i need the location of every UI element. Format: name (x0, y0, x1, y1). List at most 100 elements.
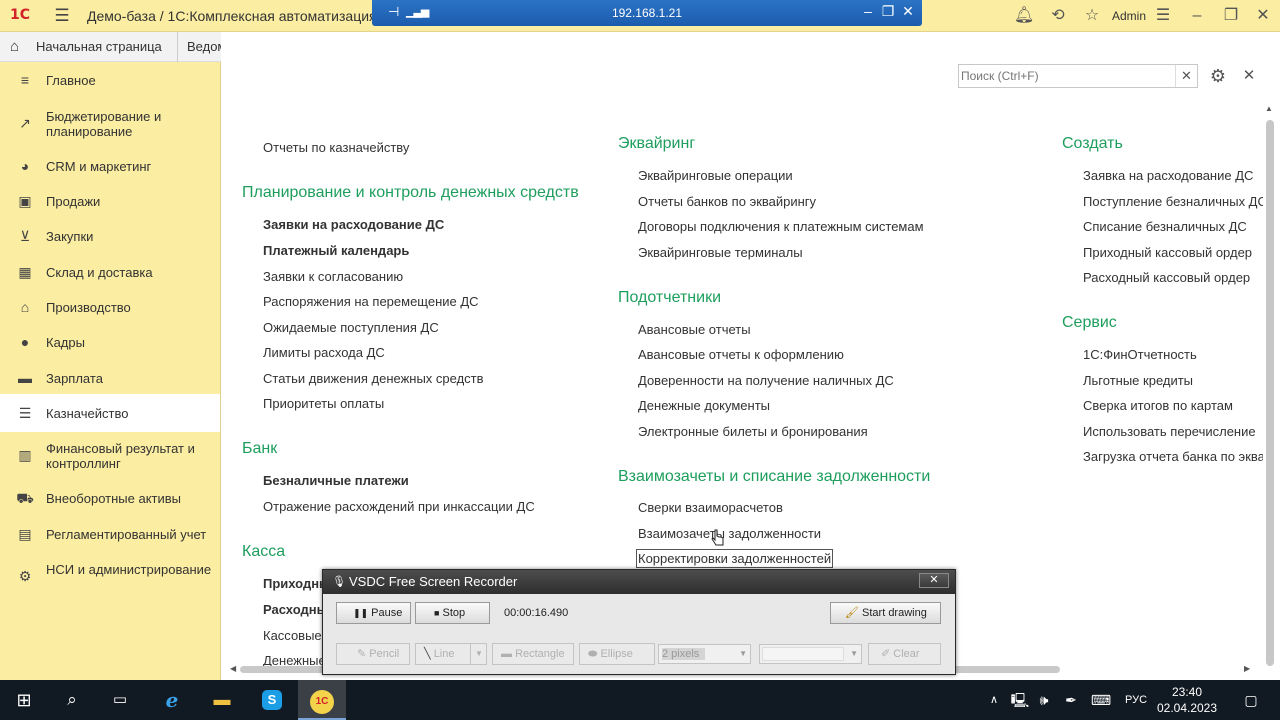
link-payment-system-contracts[interactable]: Договоры подключения к платежным система… (638, 219, 924, 234)
settings-menu-icon[interactable]: ☰ (1152, 6, 1174, 26)
sidebar-item-warehouse[interactable]: ▦ Склад и доставка (0, 265, 220, 281)
link-payment-priorities[interactable]: Приоритеты оплаты (263, 396, 384, 411)
stop-button[interactable]: ■ Stop (415, 602, 490, 624)
rectangle-tool-button[interactable]: ▬ Rectangle (492, 643, 574, 665)
link-advance-reports[interactable]: Авансовые отчеты (638, 322, 751, 337)
tab-statements[interactable]: Ведомости (179, 32, 221, 62)
link-create-cashless-writeoff[interactable]: Списание безналичных ДС (1083, 219, 1247, 234)
sidebar-item-treasury[interactable]: ☰ Казначейство (0, 394, 220, 432)
search-icon[interactable]: ⌕ (48, 680, 96, 720)
recorder-close-button[interactable]: ✕ (919, 573, 949, 588)
file-explorer-icon[interactable]: ▬ (198, 680, 246, 720)
link-payment-calendar[interactable]: Платежный календарь (263, 243, 409, 258)
vertical-scroll-thumb[interactable] (1266, 120, 1274, 666)
link-spending-limits[interactable]: Лимиты расхода ДС (263, 345, 385, 360)
keyboard-icon[interactable]: ⌨ (1088, 680, 1114, 720)
rdp-restore-icon[interactable]: ❐ (878, 3, 898, 20)
sidebar-item-salary[interactable]: ▬ Зарплата (0, 371, 220, 387)
link-transfer-orders[interactable]: Распоряжения на перемещение ДС (263, 294, 479, 309)
volume-icon[interactable]: 🕪︎ (1032, 680, 1056, 720)
internet-explorer-icon[interactable]: e (148, 680, 196, 720)
link-create-cash-receipt-order[interactable]: Приходный кассовый ордер (1083, 245, 1252, 260)
sidebar-item-main[interactable]: ≡ Главное (0, 73, 220, 89)
user-name[interactable]: Admin (1112, 9, 1146, 23)
sidebar-item-administration[interactable]: ⚙ НСИ и администрирование (0, 562, 220, 584)
link-use-transfer[interactable]: Использовать перечисление (1083, 424, 1263, 439)
link-requests-for-approval[interactable]: Заявки к согласованию (263, 269, 403, 284)
rdp-close-icon[interactable]: ✕ (898, 3, 918, 20)
clear-drawing-button[interactable]: ✐ Clear (868, 643, 941, 665)
link-create-cash-payment-order[interactable]: Расходный кассовый ордер (1083, 270, 1250, 285)
history-icon[interactable]: ⟲ (1047, 6, 1069, 26)
link-fin-reporting[interactable]: 1С:ФинОтчетность (1083, 347, 1197, 362)
color-select[interactable]: ▼ (759, 644, 862, 664)
favorites-star-icon[interactable]: ☆ (1081, 6, 1103, 26)
link-create-cashless-receipt[interactable]: Поступление безналичных ДС (1083, 194, 1263, 209)
search-input[interactable] (961, 67, 1171, 85)
panel-settings-gear-icon[interactable]: ⚙ (1207, 64, 1229, 88)
link-load-bank-acquiring-report[interactable]: Загрузка отчета банка по эквайрингу (1083, 449, 1263, 464)
window-minimize-icon[interactable]: – (1186, 6, 1208, 26)
link-card-totals-reconciliation[interactable]: Сверка итогов по картам (1083, 398, 1233, 413)
link-expected-receipts[interactable]: Ожидаемые поступления ДС (263, 320, 439, 335)
sidebar-item-purchases[interactable]: ⊻ Закупки (0, 229, 220, 245)
pause-button[interactable]: ❚❚ Pause (336, 602, 411, 624)
link-e-tickets[interactable]: Электронные билеты и бронирования (638, 424, 868, 439)
search-clear-icon[interactable]: ✕ (1175, 65, 1197, 87)
panel-close-icon[interactable]: ✕ (1240, 66, 1258, 86)
scroll-left-arrow-icon[interactable]: ◀ (230, 664, 236, 673)
scroll-right-arrow-icon[interactable]: ▶ (1244, 664, 1250, 673)
link-payment-requests[interactable]: Заявки на расходование ДС (263, 217, 444, 232)
input-language[interactable]: РУС (1120, 680, 1152, 720)
action-center-icon[interactable]: ▢ (1236, 680, 1266, 720)
line-width-select[interactable]: 2 pixels ▼ (658, 644, 751, 664)
task-view-icon[interactable]: ▭ (96, 680, 144, 720)
1c-app-icon[interactable]: 1С (298, 680, 346, 720)
window-restore-icon[interactable]: ❐ (1220, 6, 1242, 26)
color-dropdown-icon[interactable]: ▼ (850, 645, 858, 663)
system-clock[interactable]: 23:40 02.04.2023 (1150, 684, 1224, 716)
link-debt-adjustments[interactable]: Корректировки задолженностей (636, 549, 834, 568)
app-logo[interactable]: 1С (10, 7, 30, 23)
pencil-tool-button[interactable]: ✎ Pencil (336, 643, 410, 665)
pen-icon[interactable]: ✒ (1060, 680, 1082, 720)
main-menu-icon[interactable]: ☰ (52, 6, 72, 26)
link-advance-reports-to-process[interactable]: Авансовые отчеты к оформлению (638, 347, 844, 362)
line-dropdown-icon[interactable]: ▼ (470, 644, 483, 664)
link-preferential-loans[interactable]: Льготные кредиты (1083, 373, 1193, 388)
link-cashless-payments[interactable]: Безналичные платежи (263, 473, 409, 488)
vertical-scrollbar[interactable]: ▲ (1265, 96, 1274, 666)
sidebar-item-sales[interactable]: ▣ Продажи (0, 194, 220, 210)
ellipse-tool-button[interactable]: ⬬ Ellipse (579, 643, 655, 665)
sidebar-item-financial-result[interactable]: ▥ Финансовый результат и контроллинг (0, 441, 220, 471)
notifications-bell-icon[interactable]: 🔔︎ (1013, 6, 1035, 26)
line-tool-button[interactable]: ╲ Line ▼ (415, 643, 487, 665)
scroll-up-arrow-icon[interactable]: ▲ (1265, 104, 1273, 113)
line-width-dropdown-icon[interactable]: ▼ (739, 645, 747, 663)
link-treasury-reports[interactable]: Отчеты по казначейству (263, 140, 409, 155)
network-icon[interactable]: 🖳︎ (1008, 680, 1032, 720)
link-debt-offsets[interactable]: Взаимозачеты задолженности (638, 526, 821, 541)
link-collection-discrepancies[interactable]: Отражение расхождений при инкассации ДС (263, 499, 535, 514)
link-bank-acquiring-reports[interactable]: Отчеты банков по эквайрингу (638, 194, 816, 209)
sidebar-item-crm[interactable]: ◕ CRM и маркетинг (0, 159, 220, 175)
link-monetary-documents[interactable]: Денежные документы (638, 398, 770, 413)
link-cash-flow-items[interactable]: Статьи движения денежных средств (263, 371, 484, 386)
tab-home[interactable]: ⌂ Начальная страница (0, 32, 178, 62)
recorder-title-bar[interactable]: 🎙︎ VSDC Free Screen Recorder (323, 570, 955, 594)
link-cash-powers-of-attorney[interactable]: Доверенности на получение наличных ДС (638, 373, 894, 388)
sidebar-item-hr[interactable]: ● Кадры (0, 335, 220, 351)
sidebar-item-budgeting[interactable]: ↗ Бюджетирование и планирование (0, 109, 220, 139)
link-create-payment-request[interactable]: Заявка на расходование ДС (1083, 168, 1253, 183)
link-acquiring-terminals[interactable]: Эквайринговые терминалы (638, 245, 803, 260)
windows-start-icon[interactable]: ⊞ (0, 680, 48, 720)
link-settlement-reconciliations[interactable]: Сверки взаиморасчетов (638, 500, 783, 515)
window-close-icon[interactable]: ✕ (1252, 6, 1274, 26)
sidebar-item-production[interactable]: ⌂ Производство (0, 300, 220, 316)
skype-icon[interactable]: S (248, 680, 296, 720)
sidebar-item-regulated-accounting[interactable]: ▤ Регламентированный учет (0, 527, 220, 543)
start-drawing-button[interactable]: 🖌︎ Start drawing (830, 602, 941, 624)
rdp-minimize-icon[interactable]: – (858, 3, 878, 19)
link-acquiring-operations[interactable]: Эквайринговые операции (638, 168, 793, 183)
tray-overflow-icon[interactable]: ∧ (984, 680, 1004, 720)
